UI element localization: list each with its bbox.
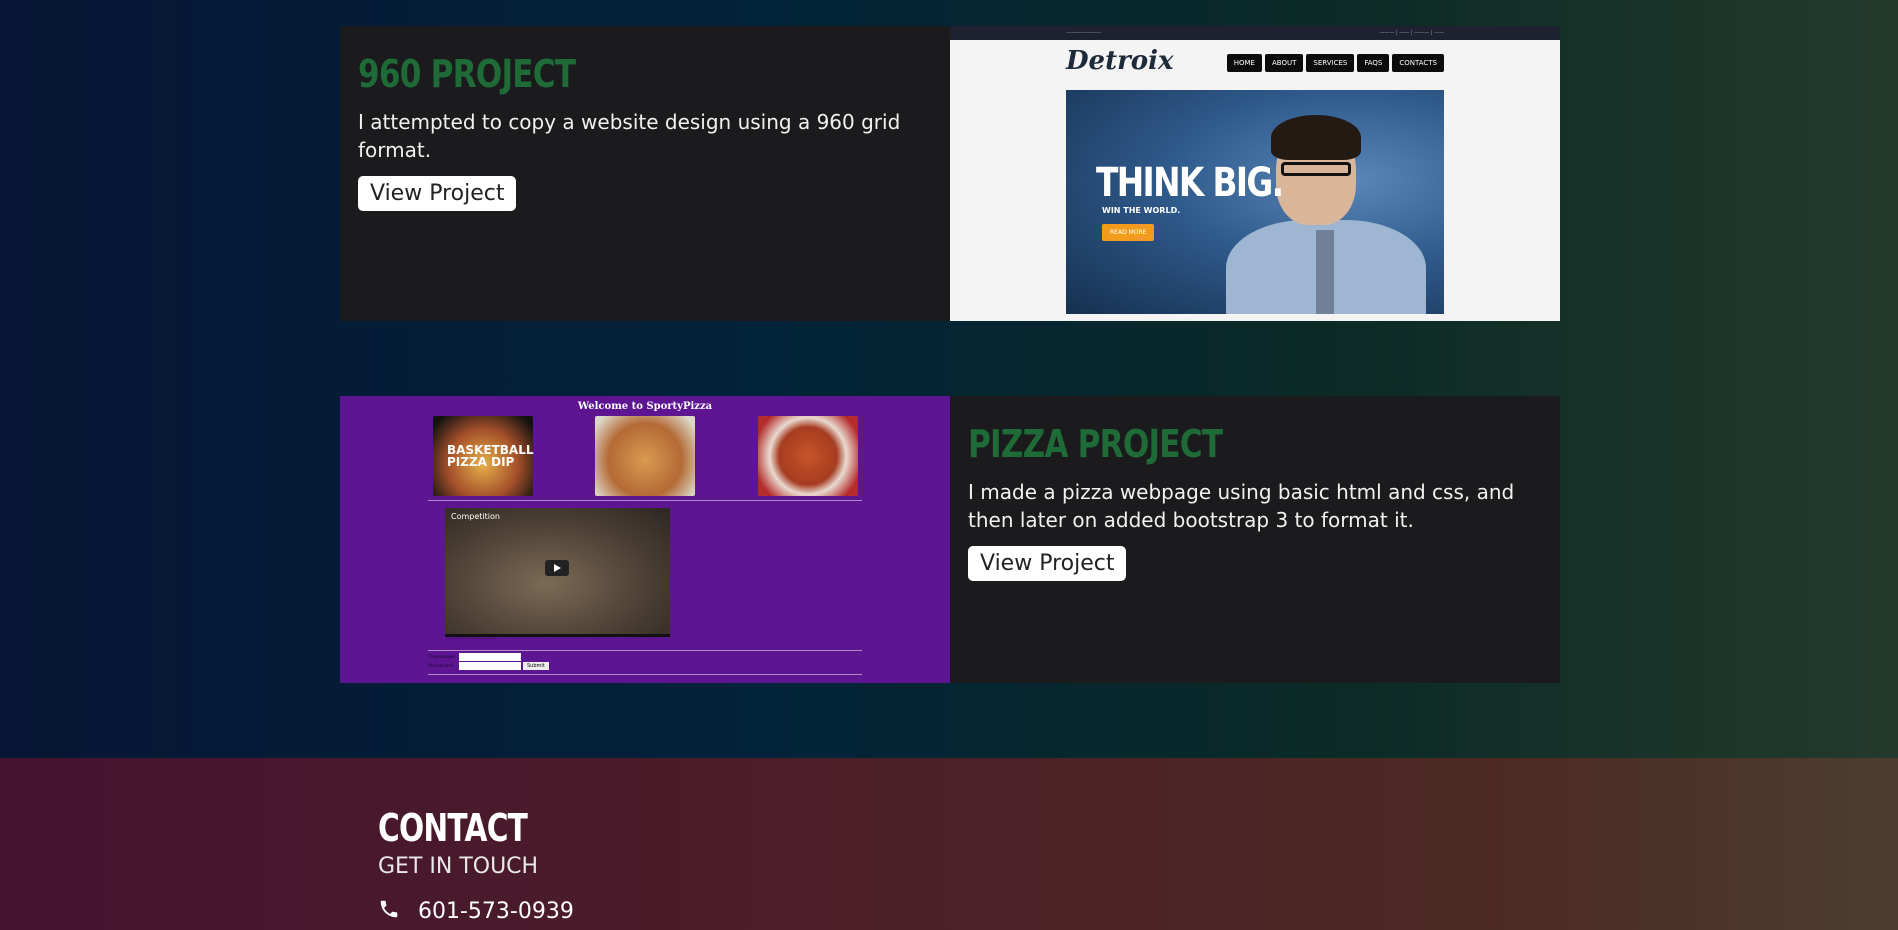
login-form: Username: Password: xyxy=(428,653,521,671)
image-label: PIZZA DIP xyxy=(447,455,515,469)
video-title: Competition xyxy=(451,512,500,521)
divider xyxy=(428,500,862,501)
preview-nav: HOME ABOUT SERVICES FAQS CONTACTS xyxy=(1226,54,1444,72)
hero-subtitle: WIN THE WORLD. xyxy=(1102,206,1181,215)
view-project-button[interactable]: View Project xyxy=(968,546,1127,581)
form-input xyxy=(459,653,521,661)
divider xyxy=(428,650,862,651)
preview-logo: Detroix xyxy=(1066,46,1174,76)
calzone-image xyxy=(595,416,695,496)
preview-nav-item: SERVICES xyxy=(1306,54,1355,72)
preview-heading: Welcome to SportyPizza xyxy=(577,401,713,412)
project-text-panel: 960 PROJECT I attempted to copy a websit… xyxy=(340,26,950,321)
pizza-screenshot: Welcome to SportyPizza BASKETBALL PIZZA D… xyxy=(340,396,950,683)
hero-person-hair xyxy=(1271,115,1361,160)
video-embed: Competition xyxy=(445,508,670,637)
project-description: I attempted to copy a website design usi… xyxy=(358,110,901,162)
project-title: PIZZA PROJECT xyxy=(968,422,1223,466)
video-caption: —————————— xyxy=(446,636,496,642)
form-label: Username: xyxy=(428,654,456,660)
detroix-screenshot: ——————— ——— | —— | ——— | —— Detroix HOME … xyxy=(950,26,1560,321)
hero-person-tie xyxy=(1316,230,1334,314)
preview-nav-item: FAQS xyxy=(1357,54,1390,72)
contact-section: CONTACT GET IN TOUCH 601-573-0939 xyxy=(0,758,1898,930)
pizza-image xyxy=(758,416,858,496)
play-icon xyxy=(545,560,569,576)
project-description: I made a pizza webpage using basic html … xyxy=(968,480,1515,532)
project-title: 960 PROJECT xyxy=(358,52,576,96)
hero-person-glasses xyxy=(1281,162,1351,176)
phone-number[interactable]: 601-573-0939 xyxy=(418,899,574,924)
project-preview-image[interactable]: ——————— ——— | —— | ——— | —— Detroix HOME … xyxy=(950,26,1560,321)
project-preview-image[interactable]: Welcome to SportyPizza BASKETBALL PIZZA D… xyxy=(340,396,950,683)
project-card-pizza: Welcome to SportyPizza BASKETBALL PIZZA D… xyxy=(340,396,1560,683)
preview-top-bar: ——————— ——— | —— | ——— | —— xyxy=(950,26,1560,40)
preview-nav-item: CONTACTS xyxy=(1392,54,1444,72)
contact-title: CONTACT xyxy=(378,806,528,850)
phone-icon xyxy=(378,898,400,924)
preview-hero: THINK BIG. WIN THE WORLD. READ MORE xyxy=(1066,90,1444,314)
hero-read-more: READ MORE xyxy=(1102,224,1155,241)
contact-subtitle: GET IN TOUCH xyxy=(378,854,539,879)
form-input xyxy=(459,662,521,670)
contact-phone[interactable]: 601-573-0939 xyxy=(378,898,574,924)
preview-nav-item: HOME xyxy=(1226,54,1262,72)
form-label: Password: xyxy=(428,663,454,669)
submit-button: Submit xyxy=(523,662,549,670)
view-project-button[interactable]: View Project xyxy=(358,176,517,211)
hero-title: THINK BIG. xyxy=(1096,160,1284,206)
project-card-960: 960 PROJECT I attempted to copy a websit… xyxy=(340,26,1560,321)
project-text-panel: PIZZA PROJECT I made a pizza webpage usi… xyxy=(950,396,1560,683)
pizza-dip-image: BASKETBALL PIZZA DIP xyxy=(433,416,533,496)
divider xyxy=(428,674,862,675)
preview-nav-item: ABOUT xyxy=(1264,54,1304,72)
